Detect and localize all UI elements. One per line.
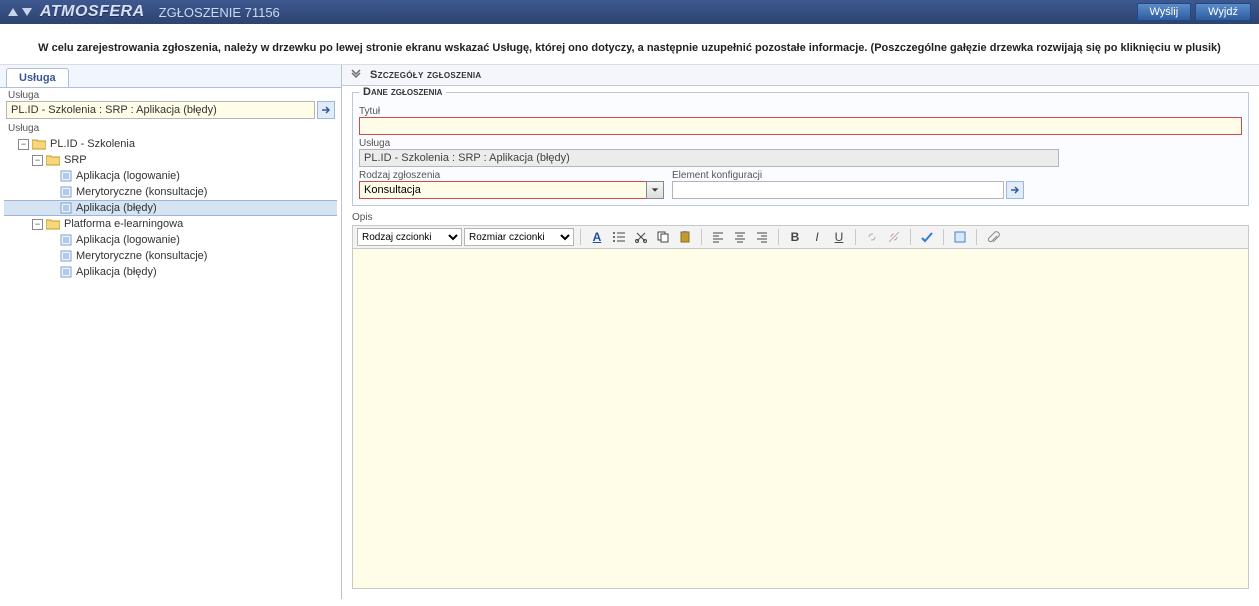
- tree-leaf-label: Aplikacja (logowanie): [76, 170, 180, 182]
- italic-button[interactable]: I: [807, 228, 827, 246]
- tree-leaf-label: Aplikacja (błędy): [76, 202, 157, 214]
- fieldset-request-data: Dane zgłoszenia Tytuł Usługa Rodzaj zgło…: [352, 92, 1249, 206]
- tab-service[interactable]: Usługa: [6, 68, 69, 87]
- tree-leaf[interactable]: Merytoryczne (konsultacje): [4, 184, 337, 200]
- service-readonly: [359, 149, 1059, 167]
- page-icon: [60, 266, 72, 278]
- toolbar-separator: [580, 229, 581, 245]
- service-input[interactable]: [6, 101, 315, 119]
- font-family-select[interactable]: Rodzaj czcionki: [357, 228, 462, 246]
- header-nav-triangles: [8, 8, 32, 16]
- page-icon: [60, 186, 72, 198]
- folder-icon: [46, 218, 60, 230]
- tree-node-label: SRP: [64, 154, 87, 166]
- page-icon: [60, 234, 72, 246]
- tree-node-root[interactable]: − PL.ID - Szkolenia: [4, 136, 337, 152]
- page-icon: [60, 202, 72, 214]
- tree-node-branch2[interactable]: − Platforma e-learningowa: [4, 216, 337, 232]
- scroll-down-icon[interactable]: [22, 8, 32, 16]
- tabset: Usługa: [0, 65, 341, 88]
- service-label-top: Usługa: [0, 88, 341, 101]
- section-title: Szczegóły zgłoszenia: [370, 69, 482, 81]
- page-icon: [60, 250, 72, 262]
- type-label: Rodzaj zgłoszenia: [359, 170, 664, 181]
- description-editor[interactable]: [352, 249, 1249, 589]
- attachment-button[interactable]: [983, 228, 1003, 246]
- app-header: ATMOSFERA ZGŁOSZENIE 71156 Wyślij Wyjdź: [0, 0, 1259, 24]
- unlink-button[interactable]: [884, 228, 904, 246]
- details-header: Szczegóły zgłoszenia: [342, 65, 1259, 86]
- toolbar-separator: [943, 229, 944, 245]
- tree-leaf-selected[interactable]: Aplikacja (błędy): [4, 200, 337, 216]
- font-size-select[interactable]: Rozmiar czcionki: [464, 228, 574, 246]
- align-right-button[interactable]: [752, 228, 772, 246]
- tree-node-label: Platforma e-learningowa: [64, 218, 183, 230]
- link-button[interactable]: [862, 228, 882, 246]
- tree-leaf[interactable]: Merytoryczne (konsultacje): [4, 248, 337, 264]
- ci-lookup-button[interactable]: [1006, 181, 1024, 199]
- align-center-button[interactable]: [730, 228, 750, 246]
- page-icon: [60, 170, 72, 182]
- toolbar-separator: [976, 229, 977, 245]
- tree-leaf-label: Merytoryczne (konsultacje): [76, 186, 207, 198]
- bullet-list-button[interactable]: [609, 228, 629, 246]
- tree-leaf[interactable]: Aplikacja (logowanie): [4, 168, 337, 184]
- left-panel: Usługa Usługa Usługa − PL.ID - Szkolenia…: [0, 65, 342, 599]
- exit-button[interactable]: Wyjdź: [1195, 3, 1251, 21]
- collapse-icon[interactable]: [350, 69, 362, 81]
- scroll-up-icon[interactable]: [8, 8, 18, 16]
- fieldset-legend: Dane zgłoszenia: [359, 86, 446, 98]
- description-label: Opis: [352, 212, 1249, 223]
- tree-leaf[interactable]: Aplikacja (błędy): [4, 264, 337, 280]
- service-lookup-button[interactable]: [317, 101, 335, 119]
- cut-button[interactable]: [631, 228, 651, 246]
- font-color-button[interactable]: A: [587, 228, 607, 246]
- folder-icon: [46, 154, 60, 166]
- send-button[interactable]: Wyślij: [1137, 3, 1192, 21]
- right-panel: Szczegóły zgłoszenia Dane zgłoszenia Tyt…: [342, 65, 1259, 599]
- title-input[interactable]: [359, 117, 1242, 135]
- title-label: Tytuł: [359, 106, 1242, 117]
- folder-icon: [32, 138, 46, 150]
- tree-leaf[interactable]: Aplikacja (logowanie): [4, 232, 337, 248]
- paste-button[interactable]: [675, 228, 695, 246]
- underline-button[interactable]: U: [829, 228, 849, 246]
- service-label-tree: Usługa: [0, 121, 341, 134]
- toolbar-separator: [855, 229, 856, 245]
- tree-node-label: PL.ID - Szkolenia: [50, 138, 135, 150]
- tree-leaf-label: Aplikacja (błędy): [76, 266, 157, 278]
- toolbar-separator: [701, 229, 702, 245]
- service-tree: − PL.ID - Szkolenia − SRP Aplikacja (log…: [0, 134, 341, 282]
- type-select[interactable]: [359, 181, 646, 199]
- tree-toggle-icon[interactable]: −: [18, 139, 29, 150]
- page-title: ZGŁOSZENIE 71156: [159, 5, 280, 20]
- tree-leaf-label: Aplikacja (logowanie): [76, 234, 180, 246]
- instruction-text: W celu zarejestrowania zgłoszenia, należ…: [0, 24, 1259, 65]
- service-label: Usługa: [359, 138, 1242, 149]
- source-button[interactable]: [950, 228, 970, 246]
- type-dropdown-button[interactable]: [646, 181, 664, 199]
- ci-input[interactable]: [672, 181, 1004, 199]
- align-left-button[interactable]: [708, 228, 728, 246]
- ci-label: Element konfiguracji: [672, 170, 1024, 181]
- brand-logo: ATMOSFERA: [40, 3, 145, 21]
- toolbar-separator: [910, 229, 911, 245]
- tree-toggle-icon[interactable]: −: [32, 155, 43, 166]
- bold-button[interactable]: B: [785, 228, 805, 246]
- copy-button[interactable]: [653, 228, 673, 246]
- tree-node-branch1[interactable]: − SRP: [4, 152, 337, 168]
- tree-toggle-icon[interactable]: −: [32, 219, 43, 230]
- toolbar-separator: [778, 229, 779, 245]
- tree-leaf-label: Merytoryczne (konsultacje): [76, 250, 207, 262]
- editor-toolbar: Rodzaj czcionki Rozmiar czcionki A B I U: [352, 225, 1249, 249]
- spellcheck-button[interactable]: [917, 228, 937, 246]
